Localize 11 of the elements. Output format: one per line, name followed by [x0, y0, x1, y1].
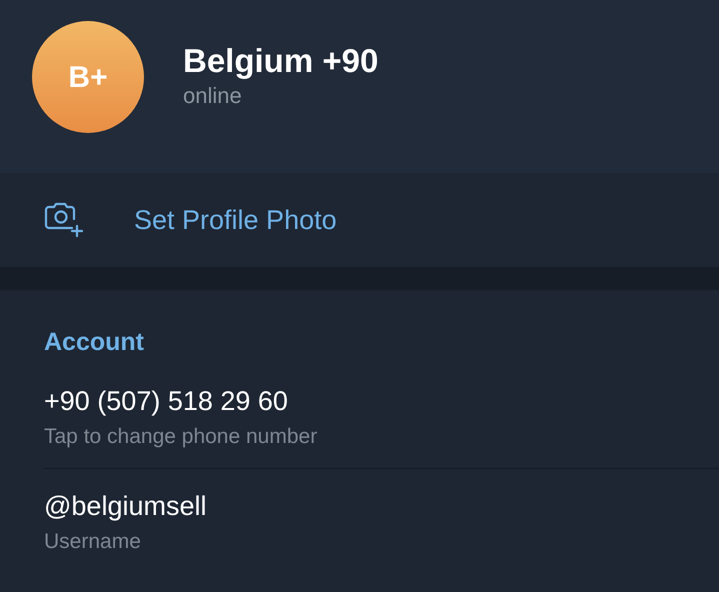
- section-heading: Account: [44, 327, 145, 358]
- profile-name: Belgium +90: [183, 41, 378, 81]
- row-value: +90 (507) 518 29 60: [44, 385, 289, 418]
- account-row[interactable]: +90 (507) 518 29 60 Tap to change phone number: [44, 358, 719, 469]
- row-caption: Tap to change phone number: [44, 424, 318, 450]
- account-row[interactable]: @belgiumsell Username: [44, 469, 719, 557]
- set-profile-photo-label: Set Profile Photo: [134, 204, 337, 237]
- row-caption: Username: [44, 529, 142, 555]
- online-status: online: [183, 82, 243, 110]
- camera-add-icon: [44, 202, 84, 238]
- row-value: @belgiumsell: [44, 490, 208, 523]
